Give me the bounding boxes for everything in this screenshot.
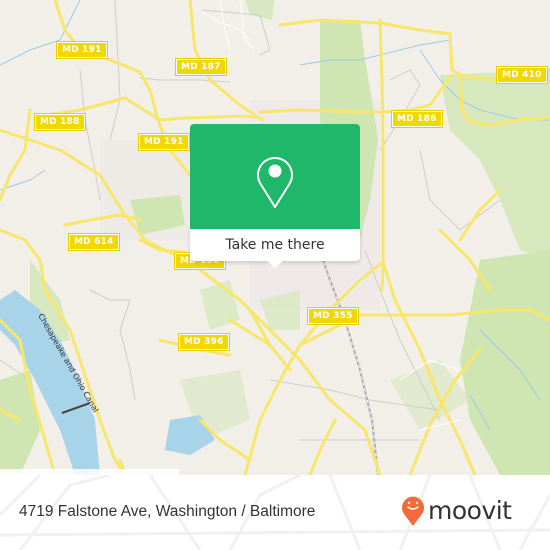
shield-md-396: MD 396 (178, 333, 230, 351)
shield-md-410: MD 410 (496, 66, 548, 84)
shield-md-355: MD 355 (307, 307, 359, 325)
moovit-logo[interactable]: moovit (400, 493, 512, 527)
address-text: 4719 Falstone Ave, Washington / Baltimor… (19, 503, 316, 520)
shield-md-188: MD 188 (34, 113, 86, 131)
shield-md-614: MD 614 (68, 233, 120, 251)
shield-md-191-north: MD 191 (56, 41, 108, 59)
map-pin-icon (257, 157, 293, 208)
popup-pointer (266, 260, 284, 268)
shield-md-191-south: MD 191 (138, 133, 190, 151)
moovit-wordmark: moovit (428, 495, 512, 525)
popup-header (190, 124, 360, 229)
take-me-there-button[interactable]: Take me there (190, 229, 360, 261)
take-me-there-label: Take me there (225, 237, 325, 253)
footer-bar: 4719 Falstone Ave, Washington / Baltimor… (0, 475, 550, 550)
shield-md-187: MD 187 (175, 58, 227, 76)
shield-md-186: MD 186 (391, 110, 443, 128)
moovit-pin-icon (402, 496, 424, 526)
map-view[interactable]: Chesapeake and Ohio Canal MD 191 MD 187 … (0, 0, 550, 475)
location-popup: Take me there (190, 124, 360, 268)
